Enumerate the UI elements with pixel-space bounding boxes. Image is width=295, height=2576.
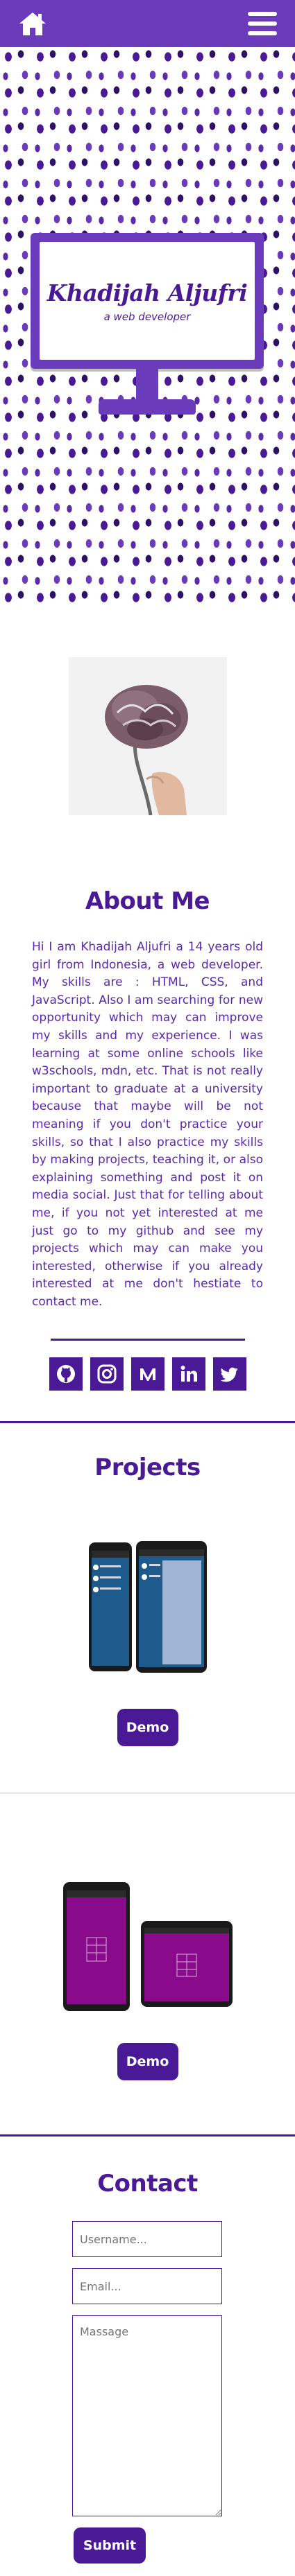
twitter-icon: [220, 1368, 238, 1382]
home-icon[interactable]: [17, 10, 49, 37]
project-preview: [62, 1882, 233, 2014]
medium-link[interactable]: [130, 1357, 165, 1391]
monitor-base: [99, 399, 196, 415]
section-divider: [0, 2134, 295, 2137]
about-section: About Me Hi I am Khadijah Aljufri a 14 y…: [0, 887, 295, 1391]
contact-title: Contact: [97, 2170, 198, 2198]
linkedin-link[interactable]: [171, 1357, 205, 1391]
projects-title: Projects: [94, 1454, 201, 1482]
project-card: Demo: [0, 1882, 295, 2081]
contact-section: Contact Submit: [0, 2170, 295, 2564]
social-links: [32, 1357, 263, 1391]
medium-icon: [140, 1368, 155, 1382]
monitor-screen: Khadijah Aljufri a web developer: [40, 242, 255, 360]
hero-name: Khadijah Aljufri: [47, 279, 248, 306]
monitor-neck: [136, 369, 158, 401]
github-link[interactable]: [49, 1357, 83, 1391]
project-demo-button[interactable]: Demo: [117, 2043, 178, 2081]
email-input[interactable]: [72, 2268, 222, 2305]
about-text: Hi I am Khadijah Aljufri a 14 years old …: [32, 940, 263, 1309]
top-nav: [0, 0, 295, 47]
instagram-link[interactable]: [90, 1357, 124, 1391]
linkedin-icon: [180, 1366, 197, 1382]
projects-section: Projects Demo Demo: [0, 1454, 295, 2081]
about-divider: [50, 1339, 245, 1341]
contact-form: Submit: [72, 2221, 222, 2564]
hamburger-menu-icon[interactable]: [246, 10, 278, 37]
profile-photo: [68, 657, 227, 815]
username-input[interactable]: [72, 2221, 222, 2258]
hero-section: Khadijah Aljufri a web developer: [0, 47, 295, 610]
instagram-icon: [97, 1364, 116, 1384]
section-divider: [0, 1421, 295, 1424]
twitter-link[interactable]: [212, 1357, 246, 1391]
hero-tagline: a web developer: [103, 310, 191, 323]
message-textarea[interactable]: [72, 2315, 222, 2517]
submit-button[interactable]: Submit: [74, 2527, 146, 2564]
about-title: About Me: [85, 887, 210, 915]
monitor-frame: Khadijah Aljufri a web developer: [31, 233, 264, 369]
project-preview: [88, 1540, 207, 1674]
project-card: Demo: [0, 1540, 295, 1747]
github-icon: [56, 1365, 75, 1384]
project-demo-button[interactable]: Demo: [117, 1709, 178, 1747]
